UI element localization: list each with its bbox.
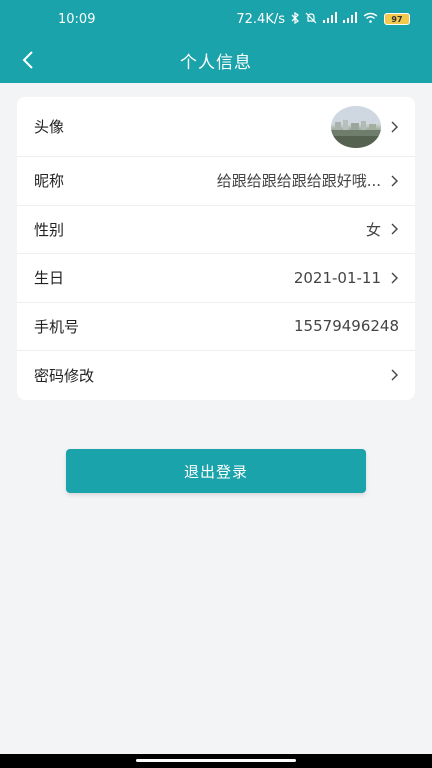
birthday-value: 2021-01-11 — [293, 268, 381, 287]
phone-row: 手机号 15579496248 — [17, 303, 415, 351]
page-title: 个人信息 — [180, 53, 252, 73]
chevron-right-icon — [390, 368, 399, 382]
password-row[interactable]: 密码修改 — [17, 351, 415, 400]
gender-value: 女 — [365, 220, 381, 239]
gender-row[interactable]: 性别 女 — [17, 206, 415, 254]
profile-card: 头像 昵称 给跟给跟给跟给跟好哦... 性别 女 生日 2021-01-11 手… — [17, 97, 415, 400]
wifi-icon — [363, 12, 378, 26]
avatar-label: 头像 — [34, 118, 65, 136]
gender-label: 性别 — [34, 220, 65, 239]
chevron-right-icon — [390, 174, 399, 188]
signal-icon — [343, 12, 357, 26]
nickname-row[interactable]: 昵称 给跟给跟给跟给跟好哦... — [17, 157, 415, 206]
phone-value: 15579496248 — [294, 317, 399, 336]
status-bar: 10:09 72.4K/s 97 — [0, 0, 432, 38]
nickname-value: 给跟给跟给跟给跟好哦... — [216, 172, 381, 191]
birthday-row[interactable]: 生日 2021-01-11 — [17, 254, 415, 303]
home-indicator[interactable] — [136, 759, 296, 762]
chevron-right-icon — [390, 222, 399, 236]
avatar-row[interactable]: 头像 — [17, 97, 415, 157]
password-label: 密码修改 — [34, 366, 95, 385]
status-icons: 72.4K/s 97 — [236, 11, 410, 27]
mute-icon — [305, 12, 317, 27]
nickname-label: 昵称 — [34, 172, 65, 191]
nav-bar: 个人信息 — [0, 38, 432, 83]
bluetooth-icon — [291, 11, 300, 27]
chevron-left-icon — [22, 51, 33, 69]
birthday-label: 生日 — [34, 269, 65, 288]
logout-button[interactable]: 退出登录 — [66, 449, 366, 493]
chevron-right-icon — [390, 120, 399, 134]
back-button[interactable] — [16, 47, 40, 73]
chevron-right-icon — [390, 271, 399, 285]
phone-label: 手机号 — [34, 317, 80, 336]
status-time: 10:09 — [58, 11, 96, 27]
avatar — [331, 105, 381, 148]
signal-icon — [323, 12, 337, 26]
network-speed: 72.4K/s — [236, 11, 285, 27]
battery-icon: 97 — [384, 13, 410, 25]
